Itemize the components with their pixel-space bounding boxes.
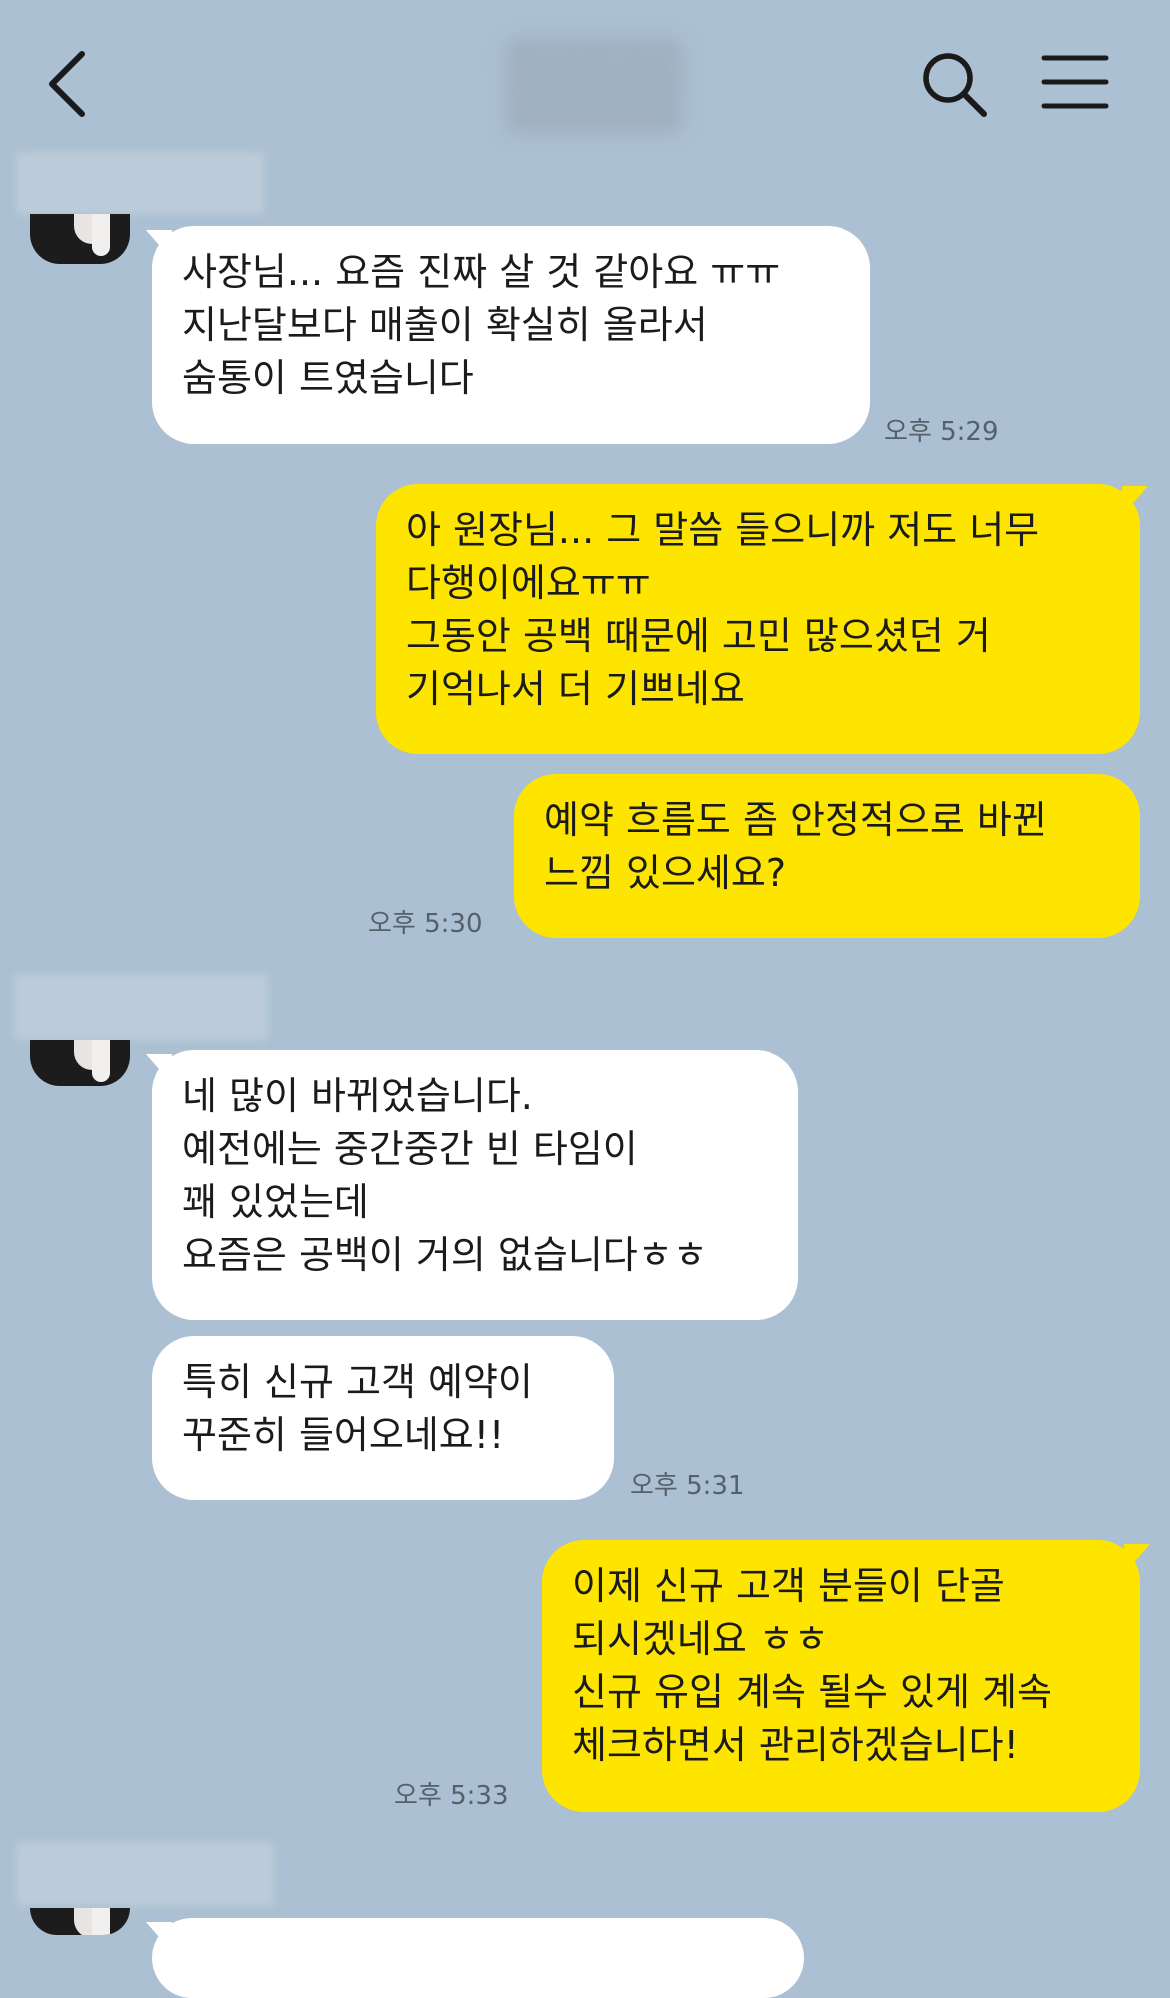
sender-avatar[interactable] [30, 1908, 130, 1935]
message-line: 숨통이 트였습니다 [182, 356, 474, 400]
message-line: 지난달보다 매출이 확실히 올라서 [182, 303, 708, 347]
message-bubble-incoming-partial[interactable] [152, 1918, 804, 1998]
message-line: 이제 신규 고객 분들이 단골 [572, 1564, 1005, 1608]
sender-avatar[interactable] [30, 214, 130, 264]
back-chevron-icon [49, 51, 85, 117]
message-line: 예약 흐름도 좀 안정적으로 바뀐 [544, 798, 1047, 842]
message-timestamp: 오후 5:30 [368, 909, 483, 939]
chat-header: 다 202 특오일 [0, 0, 1170, 150]
message-bubble-incoming[interactable]: 사장님... 요즘 진짜 살 것 같아요 ㅠㅠ 지난달보다 매출이 확실히 올라… [152, 226, 870, 444]
back-button[interactable] [38, 44, 102, 124]
message-line: 예전에는 중간중간 빈 타임이 [182, 1127, 638, 1171]
message-line: 특히 신규 고객 예약이 [182, 1360, 533, 1404]
message-line: 신규 유입 계속 될수 있게 계속 [572, 1670, 1052, 1714]
message-line: 요즘은 공백이 거의 없습니다ㅎㅎ [182, 1233, 708, 1277]
message-line: 기억나서 더 기쁘네요 [406, 667, 745, 711]
message-line: 아 원장님... 그 말씀 들으니까 저도 너무 [406, 508, 1040, 552]
message-bubble-outgoing[interactable]: 아 원장님... 그 말씀 들으니까 저도 너무 다행이에요ㅠㅠ 그동안 공백 … [376, 484, 1140, 754]
message-bubble-incoming[interactable]: 특히 신규 고객 예약이 꾸준히 들어오네요!! [152, 1336, 614, 1500]
menu-button[interactable] [1040, 52, 1112, 112]
avatar-hand [92, 214, 110, 256]
sender-avatar[interactable] [30, 1040, 130, 1086]
message-line: 사장님... 요즘 진짜 살 것 같아요 ㅠㅠ [182, 250, 781, 294]
sender-name-blurred [16, 1842, 274, 1906]
menu-icon [1041, 55, 1109, 109]
avatar-hand [92, 1040, 110, 1082]
message-line: 되시겠네요 ㅎㅎ [572, 1617, 829, 1661]
avatar-hand [92, 1908, 110, 1935]
search-button[interactable] [918, 48, 990, 120]
message-bubble-incoming[interactable]: 네 많이 바뀌었습니다. 예전에는 중간중간 빈 타임이 꽤 있었는데 요즘은 … [152, 1050, 798, 1320]
message-timestamp: 오후 5:33 [394, 1781, 509, 1811]
message-line: 체크하면서 관리하겠습니다! [572, 1723, 1019, 1767]
message-line: 느낌 있으세요? [544, 851, 787, 895]
message-bubble-outgoing[interactable]: 이제 신규 고객 분들이 단골 되시겠네요 ㅎㅎ 신규 유입 계속 될수 있게 … [542, 1540, 1140, 1812]
message-line: 네 많이 바뀌었습니다. [182, 1074, 533, 1118]
message-timestamp: 오후 5:31 [630, 1471, 745, 1501]
message-line: 그동안 공백 때문에 고민 많으셨던 거 [406, 614, 991, 658]
message-bubble-outgoing[interactable]: 예약 흐름도 좀 안정적으로 바뀐 느낌 있으세요? [514, 774, 1140, 938]
message-timestamp: 오후 5:29 [884, 417, 999, 447]
message-line: 꾸준히 들어오네요!! [182, 1413, 505, 1457]
sender-name-blurred [14, 974, 268, 1040]
chat-title: 다 202 특오일 [484, 44, 696, 84]
message-line: 다행이에요ㅠㅠ [406, 561, 651, 605]
sender-name-blurred [16, 152, 264, 214]
search-icon [923, 53, 987, 117]
message-line: 꽤 있었는데 [182, 1180, 369, 1224]
